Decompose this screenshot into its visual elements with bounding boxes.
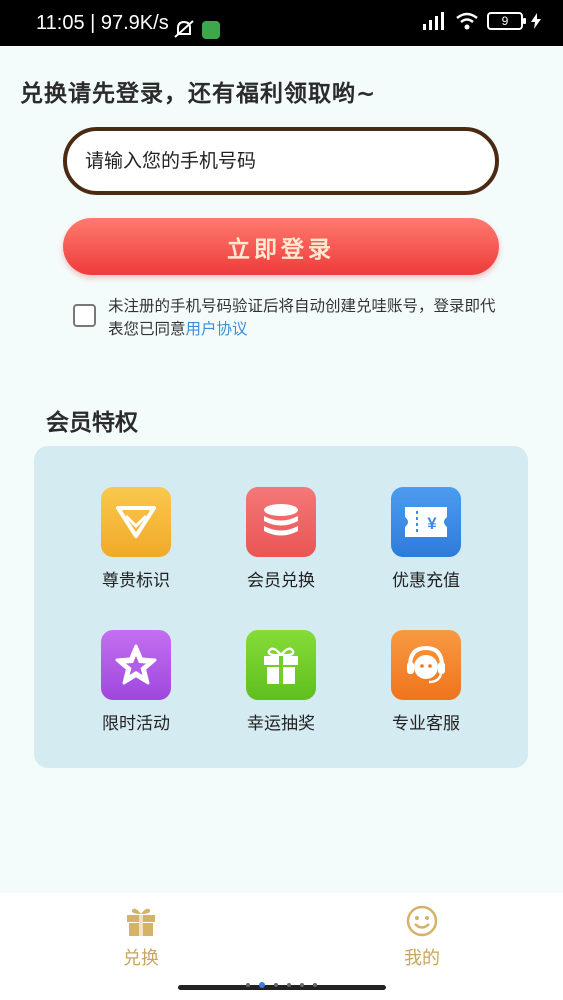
privilege-label: 优惠充值 [392,571,460,591]
diamond-icon [101,487,171,557]
privilege-item-badge[interactable]: 尊贵标识 [76,487,196,591]
agreement-text: 未注册的手机号码验证后将自动创建兑哇账号，登录即代表您已同意用户协议 [108,295,508,341]
agreement-statement: 未注册的手机号码验证后将自动创建兑哇账号，登录即代表您已同意 [108,297,496,338]
yen-coupon-icon: ¥ [391,487,461,557]
privilege-item-lottery[interactable]: 幸运抽奖 [221,630,341,734]
privilege-label: 尊贵标识 [102,571,170,591]
tab-label: 我的 [404,948,440,969]
gift-box-icon [127,908,155,936]
app-notification-icon [202,21,220,39]
login-button[interactable]: 立即登录 [63,218,499,275]
svg-text:¥: ¥ [427,514,437,533]
privileges-title: 会员特权 [46,410,138,436]
phone-number-input[interactable] [63,127,499,195]
customer-service-icon [391,630,461,700]
privilege-item-service[interactable]: 专业客服 [366,630,486,734]
page-headline: 兑换请先登录，还有福利领取哟~ [20,81,377,107]
star-icon [101,630,171,700]
privilege-label: 幸运抽奖 [247,714,315,734]
tab-exchange[interactable]: 兑换 [101,905,181,970]
coins-stack-icon [246,487,316,557]
privilege-item-recharge[interactable]: ¥ 优惠充值 [366,487,486,591]
mute-notification-icon [174,20,194,38]
agreement-checkbox[interactable] [73,304,96,327]
page-dots [246,982,317,988]
privilege-label: 限时活动 [102,714,170,734]
privilege-label: 会员兑换 [247,571,315,591]
tab-label: 兑换 [123,948,159,969]
privileges-panel: 尊贵标识 会员兑换 ¥ 优惠充值 限时活动 幸运抽奖 专业客服 [34,446,528,768]
privilege-label: 专业客服 [392,714,460,734]
charging-icon [531,13,541,29]
battery-indicator: 9 [487,12,526,30]
gift-icon [246,630,316,700]
smiley-icon [406,905,438,937]
privilege-item-exchange[interactable]: 会员兑换 [221,487,341,591]
status-time: 11:05 | 97.9K/s [36,12,169,34]
tab-mine[interactable]: 我的 [382,905,462,970]
user-agreement-link[interactable]: 用户协议 [186,320,248,338]
status-bar: 11:05 | 97.9K/s 9 [0,0,563,46]
privilege-item-activity[interactable]: 限时活动 [76,630,196,734]
signal-icon [423,12,444,30]
wifi-icon [456,12,478,30]
